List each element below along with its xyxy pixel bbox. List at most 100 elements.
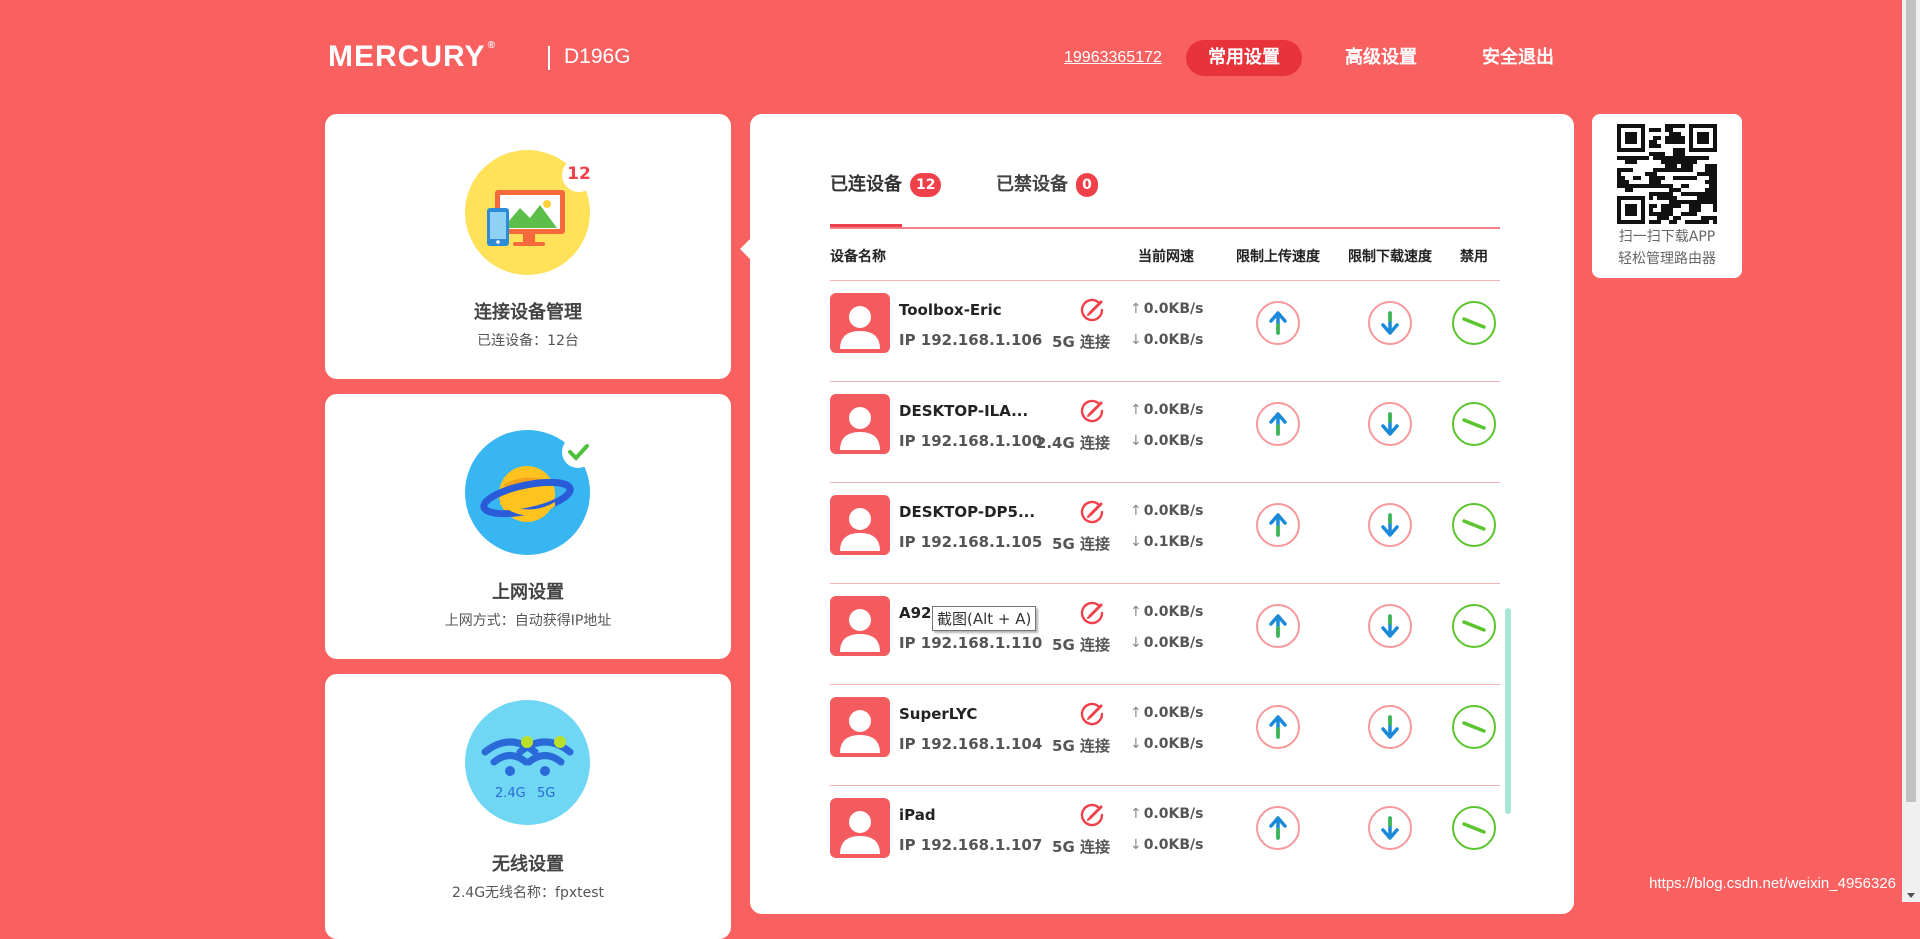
arrow-down-icon — [1381, 715, 1399, 739]
table-row: SuperLYC IP 192.168.1.104 5G 连接 ↑ 0.0KB/s… — [830, 684, 1500, 786]
device-name: Toolbox-Eric — [899, 301, 1002, 319]
ban-icon — [1462, 418, 1486, 430]
tab-label: 已禁设备 — [996, 174, 1068, 195]
window-scrollbar-thumb[interactable] — [1906, 0, 1916, 802]
scroll-down-arrow-icon[interactable] — [1907, 893, 1915, 898]
wifi-icon: 2.4G 5G — [465, 700, 590, 825]
ban-icon — [1462, 519, 1486, 531]
band-5-label: 5G — [537, 786, 556, 801]
ban-button[interactable] — [1452, 503, 1496, 547]
header-download-limit: 限制下载速度 — [1348, 249, 1432, 265]
avatar — [830, 798, 890, 858]
download-speed: ↓ 0.0KB/s — [1130, 736, 1204, 752]
upload-limit-button[interactable] — [1256, 402, 1300, 446]
connection-type: 5G 连接 — [1052, 535, 1110, 553]
upload-limit-button[interactable] — [1256, 806, 1300, 850]
ban-button[interactable] — [1452, 402, 1496, 446]
arrow-down-icon — [1381, 311, 1399, 335]
ban-button[interactable] — [1452, 604, 1496, 648]
edit-pencil-icon[interactable] — [1078, 700, 1106, 728]
ban-button[interactable] — [1452, 806, 1496, 850]
watermark: https://blog.csdn.net/weixin_4956326 — [1649, 875, 1896, 892]
qr-caption: 扫一扫下载APP 轻松管理路由器 — [1592, 226, 1742, 270]
upload-limit-button[interactable] — [1256, 301, 1300, 345]
tab-connected-devices[interactable]: 已连设备 12 — [830, 170, 942, 197]
connection-type: 5G 连接 — [1052, 636, 1110, 654]
upload-speed: ↑ 0.0KB/s — [1130, 806, 1204, 822]
edit-pencil-icon[interactable] — [1078, 599, 1106, 627]
ban-icon — [1462, 317, 1486, 329]
arrow-up-small-icon: ↑ — [1130, 806, 1142, 822]
ban-icon — [1462, 721, 1486, 733]
phone-link[interactable]: 19963365172 — [1064, 49, 1162, 67]
arrow-down-small-icon: ↓ — [1130, 837, 1142, 853]
router-model: D196G — [564, 45, 631, 68]
tab-label: 已连设备 — [830, 174, 902, 195]
device-name: iPad — [899, 806, 936, 824]
upload-limit-button[interactable] — [1256, 503, 1300, 547]
device-ip: IP 192.168.1.100 — [899, 432, 1043, 450]
upload-speed-value: 0.0KB/s — [1143, 806, 1204, 822]
logo-divider — [548, 46, 550, 70]
arrow-down-small-icon: ↓ — [1130, 635, 1142, 651]
download-limit-button[interactable] — [1368, 301, 1412, 345]
nav-logout[interactable]: 安全退出 — [1460, 40, 1576, 76]
panel-scrollbar[interactable] — [1505, 608, 1511, 814]
download-limit-button[interactable] — [1368, 503, 1412, 547]
download-speed-value: 0.0KB/s — [1143, 332, 1204, 348]
edit-pencil-icon[interactable] — [1078, 801, 1106, 829]
download-speed: ↓ 0.0KB/s — [1130, 837, 1204, 853]
download-speed-value: 0.0KB/s — [1143, 433, 1204, 449]
download-limit-button[interactable] — [1368, 806, 1412, 850]
table-row: Toolbox-Eric IP 192.168.1.106 5G 连接 ↑ 0.0… — [830, 280, 1500, 382]
card-internet-settings[interactable]: 上网设置 上网方式：自动获得IP地址 — [325, 394, 731, 659]
download-limit-button[interactable] — [1368, 604, 1412, 648]
ban-button[interactable] — [1452, 301, 1496, 345]
arrow-up-icon — [1269, 311, 1287, 335]
brand-logo: MERCURY ® — [328, 40, 496, 74]
download-limit-button[interactable] — [1368, 402, 1412, 446]
window-scrollbar[interactable] — [1902, 0, 1920, 902]
arrow-up-small-icon: ↑ — [1130, 705, 1142, 721]
ban-button[interactable] — [1452, 705, 1496, 749]
arrow-down-icon — [1381, 816, 1399, 840]
band-24-label: 2.4G — [495, 786, 526, 801]
nav-advanced-settings[interactable]: 高级设置 — [1323, 40, 1439, 76]
connection-type: 2.4G 连接 — [1035, 434, 1110, 452]
tab-divider — [830, 227, 1500, 229]
arrow-down-small-icon: ↓ — [1130, 332, 1142, 348]
upload-speed: ↑ 0.0KB/s — [1130, 604, 1204, 620]
download-speed: ↓ 0.0KB/s — [1130, 433, 1204, 449]
upload-speed: ↑ 0.0KB/s — [1130, 503, 1204, 519]
arrow-up-icon — [1269, 614, 1287, 638]
edit-pencil-icon[interactable] — [1078, 296, 1106, 324]
upload-speed-value: 0.0KB/s — [1143, 503, 1204, 519]
card-title: 上网设置 — [492, 582, 564, 603]
device-ip: IP 192.168.1.104 — [899, 735, 1043, 753]
upload-limit-button[interactable] — [1256, 604, 1300, 648]
download-speed: ↓ 0.1KB/s — [1130, 534, 1204, 550]
download-speed: ↓ 0.0KB/s — [1130, 635, 1204, 651]
download-speed-value: 0.0KB/s — [1143, 837, 1204, 853]
tab-banned-devices[interactable]: 已禁设备 0 — [996, 170, 1098, 197]
device-ip: IP 192.168.1.110 — [899, 634, 1043, 652]
device-name: SuperLYC — [899, 705, 978, 723]
device-count-badge: 12 — [562, 158, 596, 192]
card-device-management[interactable]: 12 连接设备管理 已连设备：12台 — [325, 114, 731, 379]
device-name: DESKTOP-DP5... — [899, 503, 1036, 521]
arrow-up-icon — [1269, 513, 1287, 537]
status-check-icon — [562, 436, 594, 468]
download-speed: ↓ 0.0KB/s — [1130, 332, 1204, 348]
nav-common-settings[interactable]: 常用设置 — [1186, 40, 1302, 76]
edit-pencil-icon[interactable] — [1078, 498, 1106, 526]
connection-type: 5G 连接 — [1052, 333, 1110, 351]
upload-limit-button[interactable] — [1256, 705, 1300, 749]
download-limit-button[interactable] — [1368, 705, 1412, 749]
arrow-up-icon — [1269, 816, 1287, 840]
avatar — [830, 596, 890, 656]
app-qr-card: 扫一扫下载APP 轻松管理路由器 — [1592, 114, 1742, 278]
card-wireless-settings[interactable]: 2.4G 5G 无线设置 2.4G无线名称：fpxtest — [325, 674, 731, 939]
card-subtitle: 2.4G无线名称：fpxtest — [451, 885, 605, 901]
download-speed-value: 0.1KB/s — [1143, 534, 1204, 550]
edit-pencil-icon[interactable] — [1078, 397, 1106, 425]
